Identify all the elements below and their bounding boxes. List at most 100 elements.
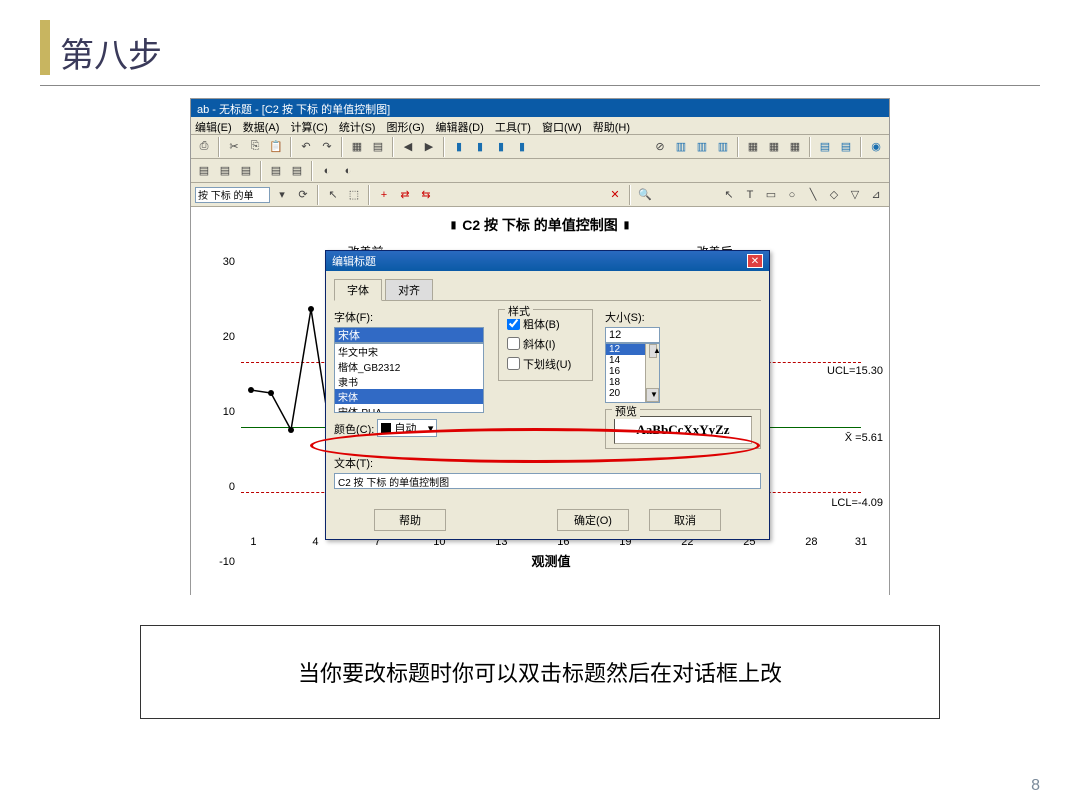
session-icon[interactable]: ▦ bbox=[744, 138, 762, 156]
copy-icon[interactable]: ⎘ bbox=[246, 138, 264, 156]
info-icon[interactable]: ▤ bbox=[837, 138, 855, 156]
chart-ic-1[interactable]: ▤ bbox=[195, 162, 213, 180]
polyline-tool-icon[interactable]: ⊿ bbox=[867, 186, 885, 204]
chart-ic-4[interactable]: ▤ bbox=[267, 162, 285, 180]
chart-ic-5[interactable]: ▤ bbox=[288, 162, 306, 180]
tab-align[interactable]: 对齐 bbox=[385, 279, 433, 301]
font-label: 字体(F): bbox=[334, 309, 486, 325]
separator bbox=[368, 185, 370, 205]
menu-tools[interactable]: 工具(T) bbox=[495, 122, 531, 134]
dialog-title-text: 编辑标题 bbox=[332, 253, 376, 269]
dialog-titlebar[interactable]: 编辑标题 ✕ bbox=[326, 251, 769, 271]
rect-tool-icon[interactable]: ▭ bbox=[762, 186, 780, 204]
win-2-icon[interactable]: ▥ bbox=[693, 138, 711, 156]
sheet-icon[interactable]: ▦ bbox=[348, 138, 366, 156]
font-option[interactable]: 宋体-PUA bbox=[335, 404, 483, 413]
menu-editor[interactable]: 编辑器(D) bbox=[436, 122, 484, 134]
separator bbox=[809, 137, 811, 157]
font-input[interactable] bbox=[334, 327, 484, 343]
form-icon[interactable]: ▤ bbox=[369, 138, 387, 156]
next-icon[interactable]: ▶ bbox=[420, 138, 438, 156]
ytick: 0 bbox=[229, 481, 235, 493]
pointer-icon[interactable]: ↖ bbox=[324, 186, 342, 204]
title-text-input[interactable] bbox=[334, 473, 761, 489]
zoom-icon[interactable]: 🔍 bbox=[636, 186, 654, 204]
win-3-icon[interactable]: ▥ bbox=[714, 138, 732, 156]
font-option[interactable]: 楷体_GB2312 bbox=[335, 359, 483, 374]
color-select[interactable]: 自动 ▾ bbox=[377, 419, 437, 437]
ok-button[interactable]: 确定(O) bbox=[557, 509, 629, 531]
refresh-icon[interactable]: ⟳ bbox=[294, 186, 312, 204]
close-icon[interactable]: ✕ bbox=[747, 254, 763, 268]
toolbar-field[interactable] bbox=[195, 187, 270, 203]
cut-icon[interactable]: ✂ bbox=[225, 138, 243, 156]
brush-icon[interactable]: ▤ bbox=[816, 138, 834, 156]
chart-btn-2[interactable]: ▮ bbox=[471, 138, 489, 156]
size-list[interactable]: 12 14 16 18 20 ▲ ▼ bbox=[605, 343, 660, 403]
dd-icon[interactable]: ▾ bbox=[273, 186, 291, 204]
chart-ic-2[interactable]: ▤ bbox=[216, 162, 234, 180]
app-menubar[interactable]: 编辑(E) 数据(A) 计算(C) 统计(S) 图形(G) 编辑器(D) 工具(… bbox=[191, 117, 889, 135]
redo-icon[interactable]: ↷ bbox=[318, 138, 336, 156]
chart-ic-6[interactable]: ◐ bbox=[318, 162, 336, 180]
win-1-icon[interactable]: ▥ bbox=[672, 138, 690, 156]
cancel-last-icon[interactable]: ⊘ bbox=[651, 138, 669, 156]
separator bbox=[629, 185, 631, 205]
size-scrollbar[interactable]: ▲ ▼ bbox=[645, 344, 659, 402]
range-icon[interactable]: ⇄ bbox=[396, 186, 414, 204]
graph-win-icon[interactable]: ▦ bbox=[765, 138, 783, 156]
separator bbox=[737, 137, 739, 157]
scroll-down-icon[interactable]: ▼ bbox=[646, 388, 659, 402]
font-option[interactable]: 隶书 bbox=[335, 374, 483, 389]
ytick: 30 bbox=[223, 256, 235, 268]
circle-tool-icon[interactable]: ○ bbox=[783, 186, 801, 204]
paste-icon[interactable]: 📋 bbox=[267, 138, 285, 156]
chart-btn-1[interactable]: ▮ bbox=[450, 138, 468, 156]
marker-tool-icon[interactable]: ▽ bbox=[846, 186, 864, 204]
chart-ic-7[interactable]: ◐ bbox=[339, 162, 357, 180]
separator bbox=[218, 137, 220, 157]
guide-icon[interactable]: ◉ bbox=[867, 138, 885, 156]
menu-stat[interactable]: 统计(S) bbox=[339, 122, 376, 134]
separator bbox=[317, 185, 319, 205]
tab-font[interactable]: 字体 bbox=[334, 279, 382, 301]
menu-edit[interactable]: 编辑(E) bbox=[195, 122, 232, 134]
underline-checkbox[interactable]: 下划线(U) bbox=[507, 356, 584, 372]
menu-graph[interactable]: 图形(G) bbox=[387, 122, 425, 134]
menu-calc[interactable]: 计算(C) bbox=[290, 122, 327, 134]
text-tool-icon[interactable]: T bbox=[741, 186, 759, 204]
chart-title[interactable]: C2 按 下标 的单值控制图 bbox=[191, 207, 889, 243]
report-icon[interactable]: ▦ bbox=[786, 138, 804, 156]
menu-window[interactable]: 窗口(W) bbox=[542, 122, 582, 134]
separator bbox=[443, 137, 445, 157]
size-label: 大小(S): bbox=[605, 309, 761, 325]
print-icon[interactable]: ⎙ bbox=[195, 138, 213, 156]
menu-data[interactable]: 数据(A) bbox=[243, 122, 280, 134]
close-tool-icon[interactable]: ✕ bbox=[606, 186, 624, 204]
ucl-label: UCL=15.30 bbox=[827, 365, 883, 377]
scroll-up-icon[interactable]: ▲ bbox=[649, 344, 657, 358]
help-button[interactable]: 帮助 bbox=[374, 509, 446, 531]
select-icon[interactable]: ⬚ bbox=[345, 186, 363, 204]
crosshair-icon[interactable]: + bbox=[375, 186, 393, 204]
cancel-button[interactable]: 取消 bbox=[649, 509, 721, 531]
poly-tool-icon[interactable]: ◇ bbox=[825, 186, 843, 204]
line-tool-icon[interactable]: ╲ bbox=[804, 186, 822, 204]
separator bbox=[311, 161, 313, 181]
arrow-tool-icon[interactable]: ↖ bbox=[720, 186, 738, 204]
separator bbox=[341, 137, 343, 157]
font-option[interactable]: 宋体 bbox=[335, 389, 483, 404]
size-input[interactable] bbox=[605, 327, 660, 343]
prev-icon[interactable]: ◀ bbox=[399, 138, 417, 156]
preview-legend: 预览 bbox=[612, 403, 640, 419]
menu-help[interactable]: 帮助(H) bbox=[593, 122, 630, 134]
font-list[interactable]: 华文中宋 楷体_GB2312 隶书 宋体 宋体-PUA 宋体-方正超大字符集 新… bbox=[334, 343, 484, 413]
xtick: 28 bbox=[805, 536, 817, 548]
chart-ic-3[interactable]: ▤ bbox=[237, 162, 255, 180]
italic-checkbox[interactable]: 斜体(I) bbox=[507, 336, 584, 352]
font-option[interactable]: 华文中宋 bbox=[335, 344, 483, 359]
chart-btn-4[interactable]: ▮ bbox=[513, 138, 531, 156]
undo-icon[interactable]: ↶ bbox=[297, 138, 315, 156]
chart-btn-3[interactable]: ▮ bbox=[492, 138, 510, 156]
brush2-icon[interactable]: ⇆ bbox=[417, 186, 435, 204]
